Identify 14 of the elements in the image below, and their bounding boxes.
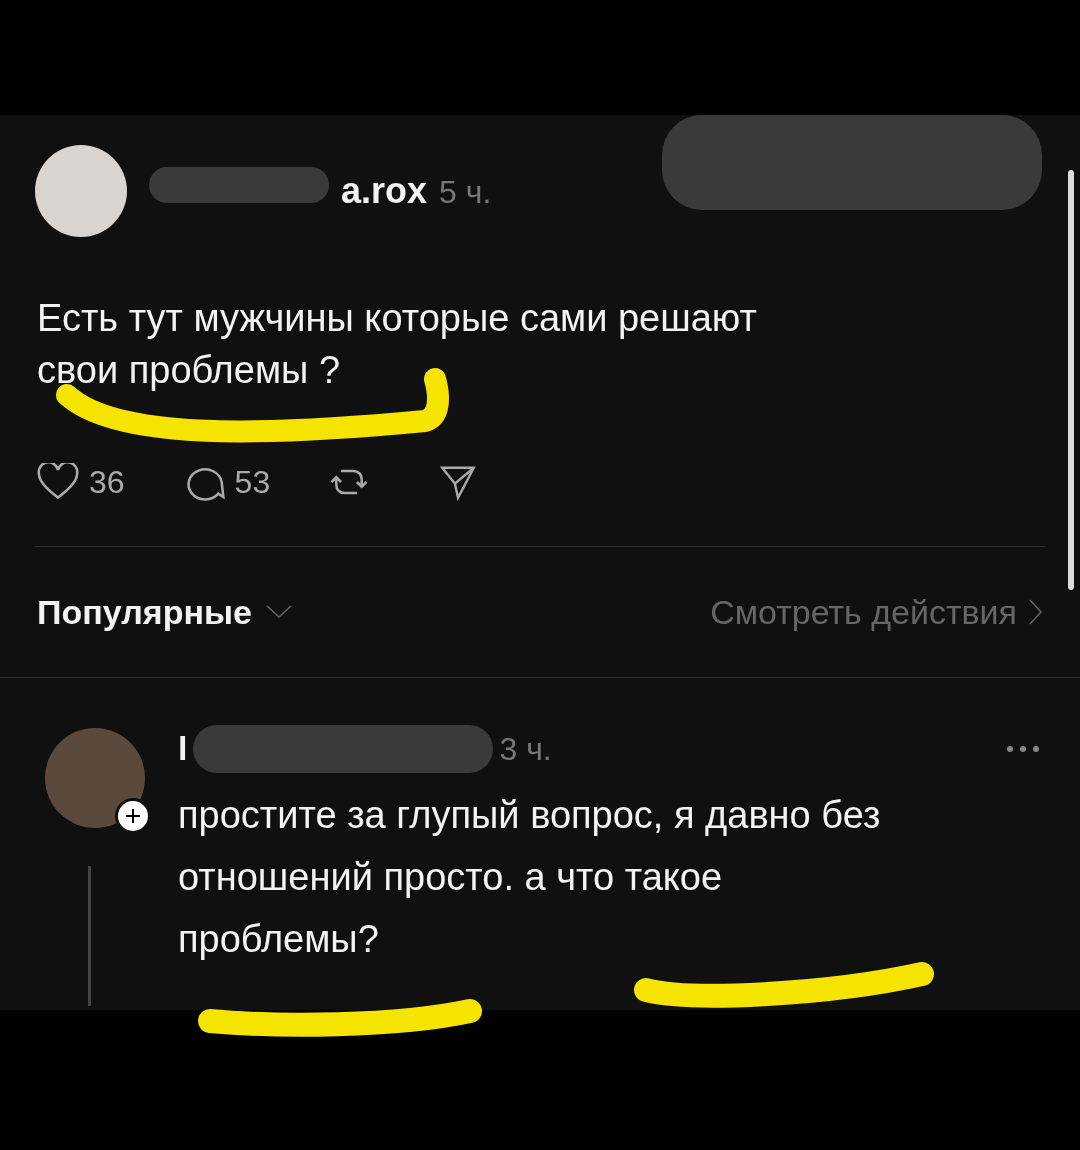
plus-icon — [124, 807, 142, 825]
like-count: 36 — [89, 463, 125, 502]
post-time: 5 ч. — [439, 173, 492, 212]
chevron-down-icon — [265, 605, 292, 619]
sort-dropdown[interactable]: Популярные — [37, 586, 292, 638]
username[interactable]: a.rox — [341, 164, 428, 218]
heart-icon[interactable] — [37, 463, 79, 501]
comment-count: 53 — [234, 463, 271, 502]
more-icon[interactable] — [1006, 744, 1040, 753]
post-text: Есть тут мужчины которые сами решают свои проблемы ? — [37, 296, 758, 393]
reply-time: 3 ч. — [499, 729, 552, 769]
chevron-right-icon — [1029, 599, 1043, 625]
username[interactable]: l — [178, 723, 188, 774]
reply-text: простите за глупый вопрос, я давно без отношений просто. а что такое проблемы? — [178, 793, 882, 962]
